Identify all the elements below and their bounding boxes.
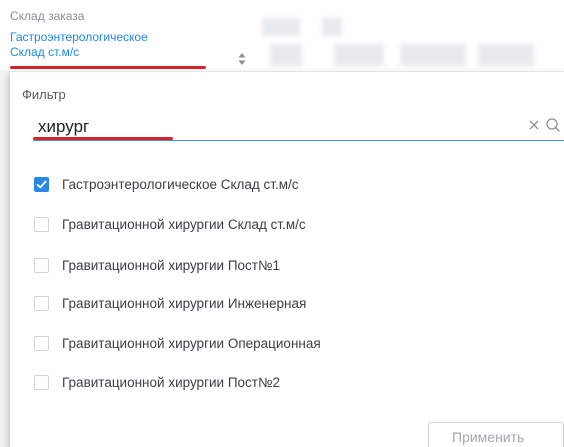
- blurred-header-cell: [322, 18, 342, 36]
- warehouse-option[interactable]: Гастроэнтерологическое Склад ст.м/с: [34, 174, 299, 194]
- checkbox[interactable]: [34, 335, 49, 351]
- warehouse-field-value[interactable]: Гастроэнтерологическое Склад ст.м/с: [10, 30, 230, 60]
- checkbox[interactable]: [34, 374, 49, 390]
- checkbox[interactable]: [34, 257, 49, 273]
- blurred-header-cell: [400, 44, 466, 66]
- warehouse-option[interactable]: Гравитационной хирургии Пост№2: [34, 372, 280, 392]
- warehouse-value-line1: Гастроэнтерологическое: [10, 30, 148, 44]
- blurred-header-cell: [262, 18, 300, 36]
- option-label: Гравитационной хирургии Операционная: [62, 335, 321, 351]
- option-label: Гравитационной хирургии Склад ст.м/с: [62, 216, 306, 232]
- warehouse-option[interactable]: Гравитационной хирургии Инженерная: [34, 293, 306, 313]
- option-label: Гравитационной хирургии Пост№2: [62, 374, 280, 390]
- blurred-header-cell: [334, 44, 384, 66]
- apply-button[interactable]: Применить: [428, 422, 564, 447]
- search-icon[interactable]: [545, 117, 561, 133]
- sort-arrows-icon[interactable]: [237, 52, 247, 66]
- option-label: Гравитационной хирургии Пост№1: [62, 257, 280, 273]
- warehouse-option[interactable]: Гравитационной хирургии Операционная: [34, 333, 321, 353]
- warehouse-option[interactable]: Гравитационной хирургии Пост№1: [34, 255, 280, 275]
- option-label: Гастроэнтерологическое Склад ст.м/с: [62, 176, 299, 192]
- checkbox[interactable]: [34, 295, 49, 311]
- close-icon[interactable]: [527, 118, 541, 132]
- annotation-underline-field: [10, 66, 206, 69]
- checkbox-checked[interactable]: [34, 176, 49, 192]
- background-gutter: [0, 71, 10, 447]
- warehouse-option[interactable]: Гравитационной хирургии Склад ст.м/с: [34, 214, 306, 234]
- checkmark-icon: [36, 180, 47, 188]
- warehouse-filter-screen: Склад заказа Гастроэнтерологическое Скла…: [0, 0, 564, 447]
- filter-label: Фильтр: [22, 87, 66, 102]
- warehouse-field-caption: Склад заказа: [10, 9, 85, 23]
- blurred-header-cell: [270, 44, 302, 66]
- blurred-header-cell: [478, 44, 534, 66]
- checkbox[interactable]: [34, 216, 49, 232]
- annotation-underline-filter: [33, 137, 173, 140]
- warehouse-value-line2: Склад ст.м/с: [10, 45, 80, 59]
- option-label: Гравитационной хирургии Инженерная: [62, 295, 307, 311]
